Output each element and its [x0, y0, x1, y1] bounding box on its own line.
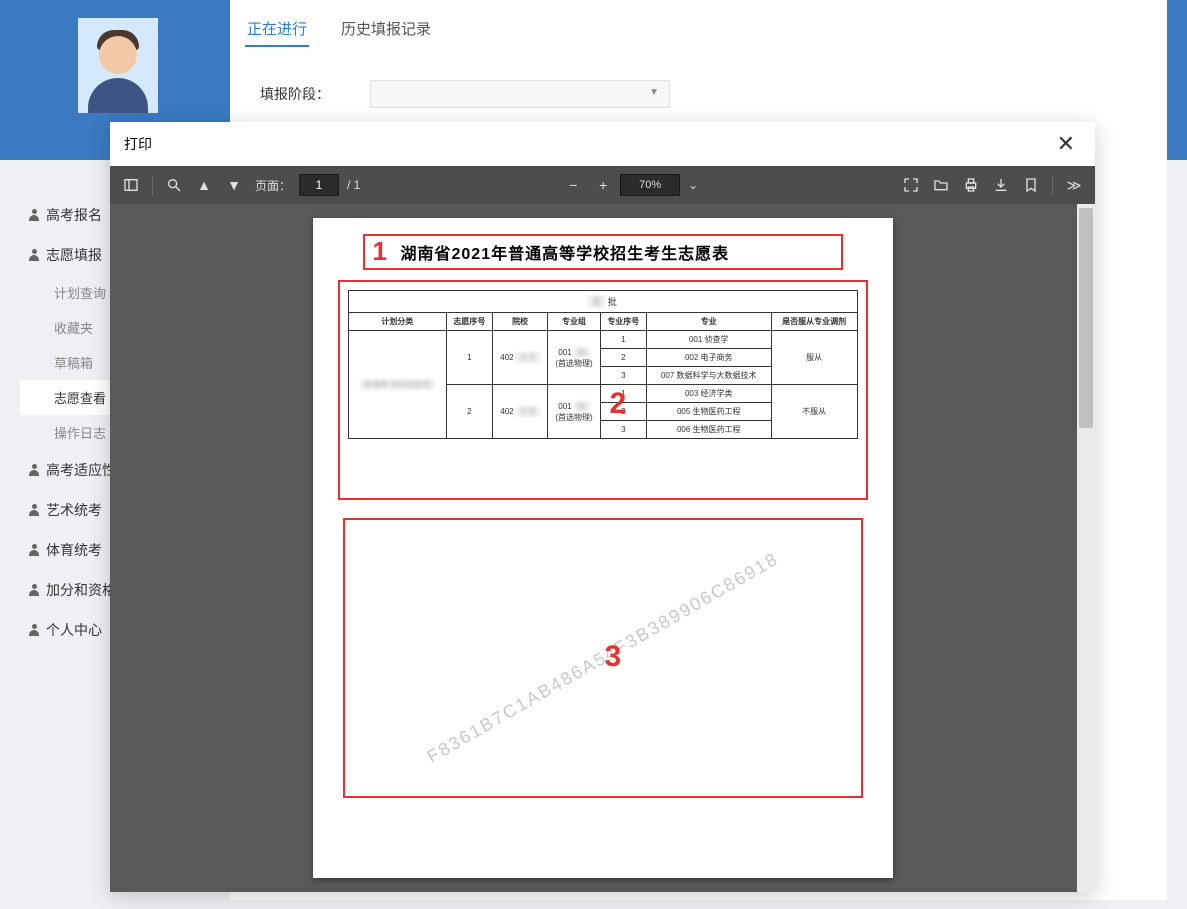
search-icon[interactable] — [161, 172, 187, 198]
page-label: 页面： — [251, 177, 295, 194]
print-modal: 打印 ✕ ▲ ▼ 页面： / 1 − + 70% ⌄ — [110, 122, 1095, 892]
bookmark-icon[interactable] — [1018, 172, 1044, 198]
cell-school: 402 大学 — [492, 331, 547, 385]
cell-major: 005 生物医药工程 — [646, 403, 771, 421]
th-majindex: 专业序号 — [600, 313, 646, 331]
person-icon — [28, 584, 40, 596]
pdf-toolbar: ▲ ▼ 页面： / 1 − + 70% ⌄ ≫ — [110, 166, 1095, 204]
tab-history[interactable]: 历史填报记录 — [339, 12, 433, 47]
person-icon — [28, 249, 40, 261]
cell-major: 003 经济学类 — [646, 385, 771, 403]
download-icon[interactable] — [988, 172, 1014, 198]
th-group: 专业组 — [548, 313, 601, 331]
next-page-icon[interactable]: ▼ — [221, 172, 247, 198]
sidebar-item-label: 高考适应性 — [46, 460, 116, 480]
stage-select[interactable] — [370, 80, 670, 108]
watermark-text: F8361B7C1AB486A54F3B389906C86918 — [423, 548, 782, 767]
cell-major: 006 生物医药工程 — [646, 421, 771, 439]
th-plan: 计划分类 — [348, 313, 446, 331]
annotation-number: 1 — [373, 236, 387, 267]
close-button[interactable]: ✕ — [1051, 131, 1081, 157]
zoom-select[interactable]: 70% — [620, 174, 680, 196]
person-icon — [28, 624, 40, 636]
zoom-in-icon[interactable]: + — [590, 172, 616, 198]
sidebar-item-label: 高考报名 — [46, 205, 102, 225]
stage-label: 填报阶段： — [260, 84, 330, 104]
cell-major: 002 电子商务 — [646, 349, 771, 367]
cell-adjust: 不服从 — [771, 385, 857, 439]
person-icon — [28, 544, 40, 556]
cell-major: 001 侦查学 — [646, 331, 771, 349]
cell-volindex: 2 — [446, 385, 492, 439]
prev-page-icon[interactable]: ▲ — [191, 172, 217, 198]
cell-plan: 普通类 本科提前批 — [348, 331, 446, 439]
annotation-box-3: F8361B7C1AB486A54F3B389906C86918 3 — [343, 518, 863, 798]
avatar — [78, 18, 158, 113]
annotation-number: 2 — [610, 387, 627, 421]
scroll-thumb[interactable] — [1079, 208, 1093, 428]
zoom-dropdown-icon[interactable]: ⌄ — [684, 178, 702, 192]
th-adjust: 是否服从专业调剂 — [771, 313, 857, 331]
scrollbar[interactable] — [1077, 204, 1095, 892]
page-total: / 1 — [343, 178, 364, 192]
zoom-out-icon[interactable]: − — [560, 172, 586, 198]
cell-group: 001 组(首选物理) — [548, 385, 601, 439]
pdf-page: 1 湖南省2021年普通高等学校招生考生志愿表 2 第 批 计划分类 志愿序号 … — [313, 218, 893, 878]
print-icon[interactable] — [958, 172, 984, 198]
person-icon — [28, 464, 40, 476]
stage-field-row: 填报阶段： — [260, 80, 670, 108]
open-file-icon[interactable] — [928, 172, 954, 198]
annotation-number: 3 — [605, 640, 622, 674]
sidebar-toggle-icon[interactable] — [118, 172, 144, 198]
person-icon — [28, 504, 40, 516]
cell-group: 001 组(首选物理) — [548, 331, 601, 385]
cell-volindex: 1 — [446, 331, 492, 385]
modal-header: 打印 ✕ — [110, 122, 1095, 166]
annotation-box-1: 1 湖南省2021年普通高等学校招生考生志愿表 — [363, 234, 843, 270]
modal-title: 打印 — [124, 134, 152, 154]
sidebar-item-label: 艺术统考 — [46, 500, 102, 520]
cell-majidx: 1 — [600, 331, 646, 349]
volunteer-table: 第 批 计划分类 志愿序号 院校 专业组 专业序号 专业 是否服从专业调剂 普通… — [348, 290, 858, 439]
th-volindex: 志愿序号 — [446, 313, 492, 331]
th-major: 专业 — [646, 313, 771, 331]
person-icon — [28, 209, 40, 221]
top-tabs: 正在进行 历史填报记录 — [245, 12, 433, 47]
tab-current[interactable]: 正在进行 — [245, 12, 309, 47]
more-tools-icon[interactable]: ≫ — [1061, 172, 1087, 198]
cell-school: 402 大学 — [492, 385, 547, 439]
cell-major: 007 数据科学与大数据技术 — [646, 367, 771, 385]
page-input[interactable] — [299, 174, 339, 196]
sidebar-item-label: 体育统考 — [46, 540, 102, 560]
th-school: 院校 — [492, 313, 547, 331]
fullscreen-icon[interactable] — [898, 172, 924, 198]
sidebar-item-label: 志愿填报 — [46, 245, 102, 265]
cell-majidx: 3 — [600, 367, 646, 385]
sidebar-item-label: 个人中心 — [46, 620, 102, 640]
cell-majidx: 3 — [600, 421, 646, 439]
sidebar-item-label: 加分和资格 — [46, 580, 116, 600]
annotation-box-2: 2 第 批 计划分类 志愿序号 院校 专业组 专业序号 专业 是否服从专业调剂 … — [338, 280, 868, 500]
cell-adjust: 服从 — [771, 331, 857, 385]
document-title: 湖南省2021年普通高等学校招生考生志愿表 — [401, 246, 730, 263]
pdf-viewport[interactable]: 1 湖南省2021年普通高等学校招生考生志愿表 2 第 批 计划分类 志愿序号 … — [110, 204, 1095, 892]
cell-majidx: 2 — [600, 349, 646, 367]
